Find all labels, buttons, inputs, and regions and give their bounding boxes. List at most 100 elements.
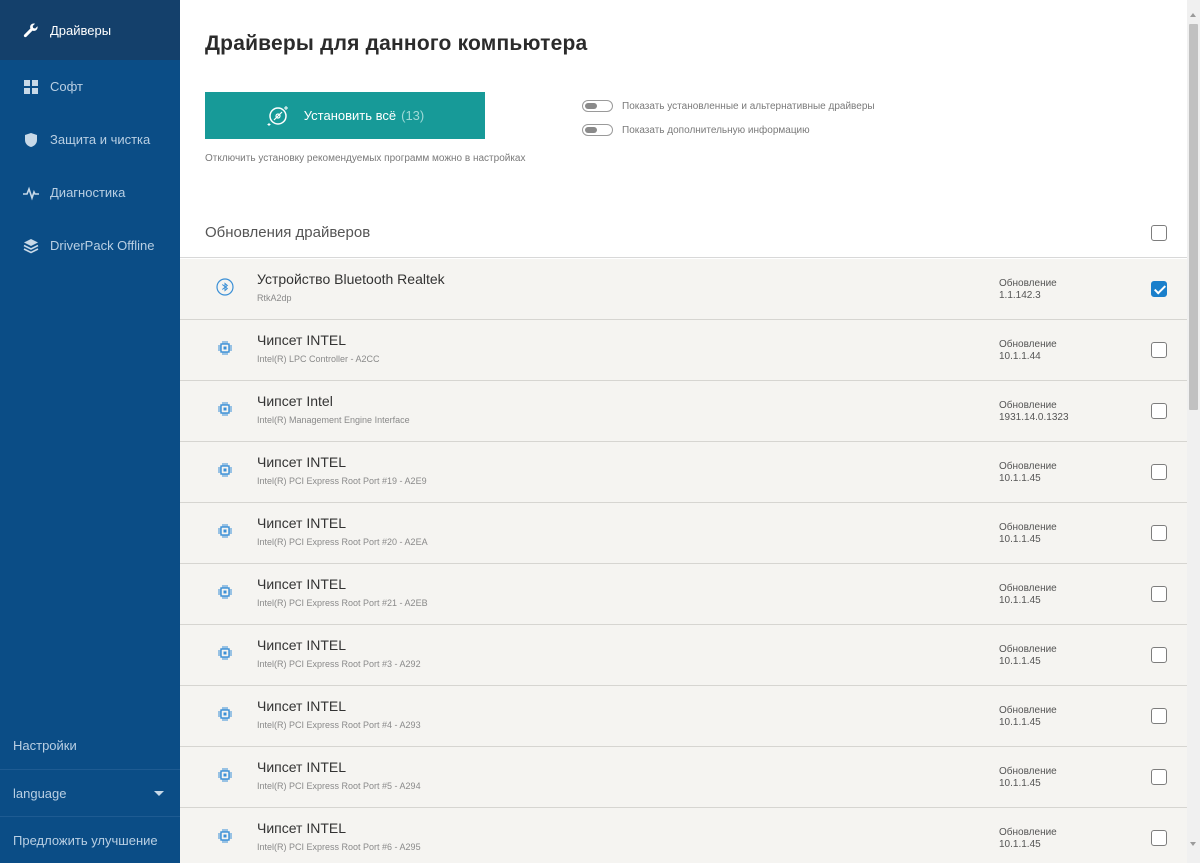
scrollbar[interactable] [1187, 0, 1200, 863]
scroll-up-icon[interactable] [1190, 13, 1196, 17]
driver-name: Чипсет INTEL [257, 576, 347, 592]
chip-icon [216, 644, 234, 662]
driver-hardware: Intel(R) PCI Express Root Port #5 - A294 [257, 781, 421, 791]
chip-icon [216, 339, 234, 357]
driver-status: Обновление [999, 644, 1057, 655]
driver-hardware: Intel(R) PCI Express Root Port #19 - A2E… [257, 476, 427, 486]
driver-status: Обновление [999, 339, 1057, 350]
toggle-switch[interactable] [582, 124, 613, 136]
language-select[interactable]: language [0, 769, 180, 816]
driver-checkbox[interactable] [1151, 586, 1167, 602]
driver-name: Чипсет INTEL [257, 698, 347, 714]
language-label: language [13, 785, 67, 801]
driver-status: Обновление [999, 400, 1057, 411]
driver-hardware: Intel(R) PCI Express Root Port #3 - A292 [257, 659, 421, 669]
driver-hardware: RtkA2dp [257, 293, 292, 303]
chip-icon [216, 766, 234, 784]
suggest-improvement-link[interactable]: Предложить улучшение [0, 816, 180, 863]
toggle-label: Показать дополнительную информацию [622, 124, 810, 136]
driver-version: 10.1.1.45 [999, 839, 1041, 850]
driver-status: Обновление [999, 522, 1057, 533]
pulse-icon [23, 185, 39, 201]
driver-name: Чипсет INTEL [257, 515, 347, 531]
scroll-thumb[interactable] [1189, 24, 1198, 410]
disc-icon [267, 105, 288, 126]
settings-link[interactable]: Настройки [0, 722, 180, 769]
section-title: Обновления драйверов [205, 224, 371, 241]
driver-row[interactable]: Чипсет INTEL Intel(R) PCI Express Root Po… [180, 442, 1187, 503]
driver-row[interactable]: Чипсет INTEL Intel(R) PCI Express Root Po… [180, 564, 1187, 625]
toggle-show-installed[interactable]: Показать установленные и альтернативные … [582, 100, 875, 112]
driver-hardware: Intel(R) Management Engine Interface [257, 415, 410, 425]
driver-hardware: Intel(R) PCI Express Root Port #6 - A295 [257, 842, 421, 852]
driver-row[interactable]: Чипсет INTEL Intel(R) LPC Controller - A2… [180, 320, 1187, 381]
driver-checkbox[interactable] [1151, 708, 1167, 724]
sidebar-item-driverpack-offline[interactable]: DriverPack Offline [0, 219, 180, 272]
driver-name: Чипсет Intel [257, 393, 333, 409]
driver-hardware: Intel(R) PCI Express Root Port #21 - A2E… [257, 598, 428, 608]
sidebar-item-protection[interactable]: Защита и чистка [0, 113, 180, 166]
sidebar-item-software[interactable]: Софт [0, 60, 180, 113]
wrench-icon [23, 22, 39, 38]
driver-version: 10.1.1.44 [999, 351, 1041, 362]
chip-icon [216, 827, 234, 845]
driver-version: 10.1.1.45 [999, 595, 1041, 606]
driver-row[interactable]: Устройство Bluetooth Realtek RtkA2dp Обнов… [180, 259, 1187, 320]
driver-version: 1931.14.0.1323 [999, 412, 1069, 423]
driver-checkbox[interactable] [1151, 403, 1167, 419]
toggle-switch[interactable] [582, 100, 613, 112]
sidebar-item-label: Защита и чистка [50, 132, 151, 147]
driver-checkbox[interactable] [1151, 281, 1167, 297]
chip-icon [216, 461, 234, 479]
sidebar-item-label: Диагностика [50, 185, 126, 200]
driver-checkbox[interactable] [1151, 342, 1167, 358]
sidebar-item-label: DriverPack Offline [50, 238, 155, 253]
driver-name: Чипсет INTEL [257, 637, 347, 653]
driver-status: Обновление [999, 705, 1057, 716]
sidebar-item-drivers[interactable]: Драйверы [0, 0, 180, 60]
toggle-show-details[interactable]: Показать дополнительную информацию [582, 124, 810, 136]
driver-version: 10.1.1.45 [999, 534, 1041, 545]
chevron-down-icon [154, 791, 164, 796]
sidebar-item-diagnostics[interactable]: Диагностика [0, 166, 180, 219]
driver-row[interactable]: Чипсет INTEL Intel(R) PCI Express Root Po… [180, 747, 1187, 808]
sidebar-bottom: Настройки language Предложить улучшение [0, 722, 180, 863]
driver-name: Устройство Bluetooth Realtek [257, 271, 445, 287]
driver-hardware: Intel(R) LPC Controller - A2CC [257, 354, 380, 364]
sidebar: Драйверы Софт Защита и чистка Диагностик… [0, 0, 180, 863]
chip-icon [216, 522, 234, 540]
driver-checkbox[interactable] [1151, 525, 1167, 541]
driver-row[interactable]: Чипсет INTEL Intel(R) PCI Express Root Po… [180, 686, 1187, 747]
driver-status: Обновление [999, 461, 1057, 472]
scroll-down-icon[interactable] [1190, 842, 1196, 846]
chip-icon [216, 400, 234, 418]
driver-status: Обновление [999, 766, 1057, 777]
select-all-checkbox[interactable] [1151, 225, 1167, 241]
driver-status: Обновление [999, 583, 1057, 594]
chip-icon [216, 583, 234, 601]
page-title: Драйверы для данного компьютера [205, 32, 588, 55]
driver-hardware: Intel(R) PCI Express Root Port #20 - A2E… [257, 537, 428, 547]
driver-row[interactable]: Чипсет INTEL Intel(R) PCI Express Root Po… [180, 503, 1187, 564]
driver-version: 10.1.1.45 [999, 717, 1041, 728]
install-note: Отключить установку рекомендуемых програ… [205, 153, 526, 164]
driver-version: 1.1.142.3 [999, 290, 1041, 301]
driver-checkbox[interactable] [1151, 830, 1167, 846]
driver-checkbox[interactable] [1151, 769, 1167, 785]
toggle-label: Показать установленные и альтернативные … [622, 100, 875, 112]
driver-name: Чипсет INTEL [257, 759, 347, 775]
driver-name: Чипсет INTEL [257, 820, 347, 836]
driver-hardware: Intel(R) PCI Express Root Port #4 - A293 [257, 720, 421, 730]
driver-row[interactable]: Чипсет Intel Intel(R) Management Engine I… [180, 381, 1187, 442]
driver-name: Чипсет INTEL [257, 454, 347, 470]
driver-checkbox[interactable] [1151, 647, 1167, 663]
chip-icon [216, 705, 234, 723]
install-all-label: Установить всё [303, 108, 397, 123]
driver-status: Обновление [999, 827, 1057, 838]
driver-checkbox[interactable] [1151, 464, 1167, 480]
install-all-button[interactable]: Установить всё (13) [205, 92, 485, 139]
driver-row[interactable]: Чипсет INTEL Intel(R) PCI Express Root Po… [180, 808, 1187, 863]
shield-icon [23, 132, 39, 148]
driver-row[interactable]: Чипсет INTEL Intel(R) PCI Express Root Po… [180, 625, 1187, 686]
driver-version: 10.1.1.45 [999, 656, 1041, 667]
